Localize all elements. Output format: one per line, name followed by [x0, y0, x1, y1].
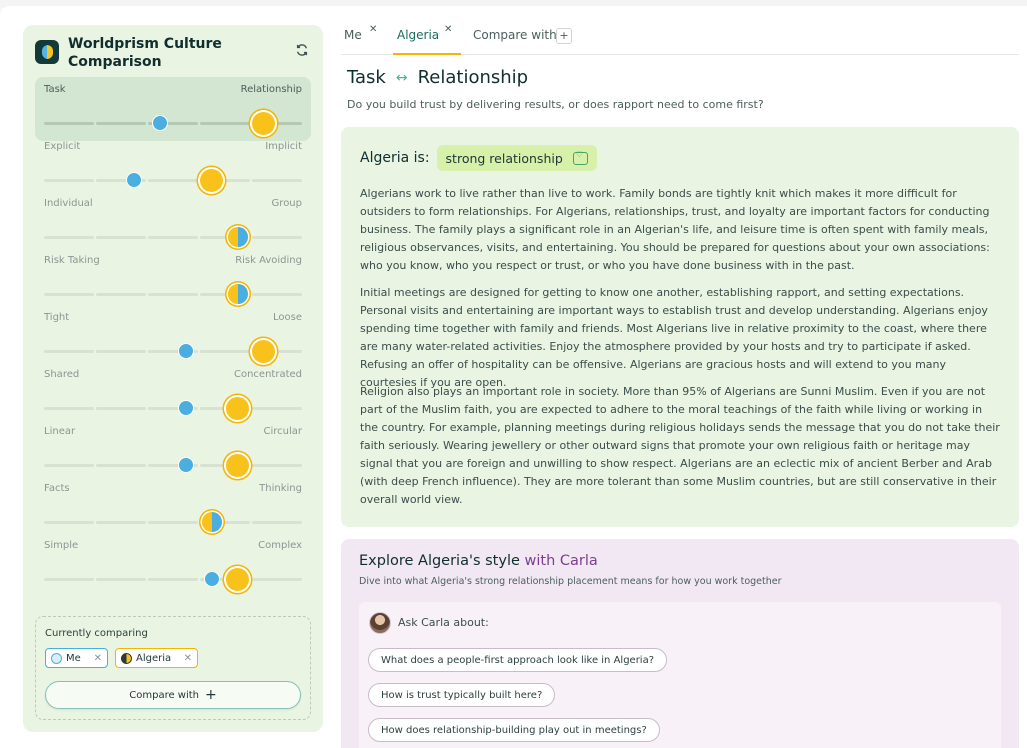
- description-paragraph-2: Initial meetings are designed for gettin…: [360, 286, 988, 389]
- chat-heart-icon: [572, 150, 588, 165]
- dimension-label-left: Explicit: [44, 141, 81, 152]
- currently-comparing-title: Currently comparing: [45, 628, 148, 639]
- algeria-marker: [251, 112, 275, 135]
- compare-with-button[interactable]: Compare with +: [45, 681, 301, 709]
- explore-title-prefix: Explore Algeria's style: [359, 553, 520, 569]
- me-marker: [177, 457, 194, 473]
- tab-me-close-icon[interactable]: ✕: [369, 24, 377, 35]
- dimension-label-left: Individual: [44, 198, 93, 209]
- tab-bar: Me ✕ Algeria ✕ Compare with +: [341, 22, 1019, 55]
- slider-track: [44, 407, 302, 410]
- overlap-marker: [201, 512, 222, 532]
- panel-header: Algeria is: strong relationship: [360, 145, 597, 171]
- algeria-marker: [251, 340, 275, 363]
- suggested-question-button[interactable]: How is trust typically built here?: [368, 683, 556, 707]
- bidirectional-arrow-icon: ↔: [395, 69, 408, 86]
- add-tab-button[interactable]: +: [556, 28, 572, 44]
- ask-carla-box: Ask Carla about: What does a people-firs…: [359, 602, 1001, 748]
- dimension-label-right: Implicit: [265, 141, 302, 152]
- dimension-label-left: Simple: [44, 540, 79, 551]
- me-marker: [203, 571, 220, 587]
- chip-me-close-icon[interactable]: ✕: [94, 653, 102, 664]
- dimension-slider-linear[interactable]: Linear Circular: [35, 419, 311, 483]
- currently-comparing-box: Currently comparing Me ✕ Algeria ✕ Compa…: [35, 616, 311, 720]
- algeria-marker: [226, 454, 249, 477]
- suggested-question-button[interactable]: What does a people-first approach look l…: [368, 648, 668, 672]
- chip-me-label: Me: [66, 652, 81, 664]
- compare-with-label: Compare with: [129, 689, 200, 701]
- slider-track: [44, 521, 302, 524]
- placement-badge: strong relationship: [436, 145, 597, 171]
- slider-track: [44, 236, 302, 239]
- me-marker: [177, 343, 194, 359]
- me-marker: [126, 172, 143, 188]
- dimension-label-right: Concentrated: [233, 369, 302, 380]
- dimension-slider-risk-taking[interactable]: Risk Taking Risk Avoiding: [35, 248, 311, 312]
- slider-track: [44, 179, 302, 182]
- overlap-marker: [227, 227, 248, 247]
- algeria-marker: [200, 169, 224, 192]
- chip-algeria[interactable]: Algeria ✕: [115, 648, 198, 668]
- tab-algeria[interactable]: Algeria: [397, 28, 439, 42]
- explore-subtitle: Dive into what Algeria's strong relation…: [359, 576, 782, 587]
- app-title: Worldprism Culture Comparison: [68, 36, 222, 70]
- me-marker: [177, 400, 194, 416]
- suggested-question-button[interactable]: How does relationship-building play out …: [368, 718, 660, 742]
- dimension-label-right: Loose: [273, 312, 302, 323]
- panel-title: Algeria is:: [360, 150, 430, 166]
- explore-title-suffix: with Carla: [524, 553, 598, 569]
- sidebar: Worldprism Culture Comparison Task Relati…: [23, 25, 323, 732]
- dimension-slider-simple[interactable]: Simple Complex: [35, 533, 311, 597]
- refresh-icon[interactable]: [295, 43, 309, 57]
- dimension-label-right: Thinking: [259, 483, 302, 494]
- dimension-label-right: Relationship: [240, 84, 302, 95]
- heading-left: Task: [347, 67, 386, 88]
- heading-right: Relationship: [417, 67, 529, 88]
- culture-description-panel: Algeria is: strong relationship Algerian…: [341, 127, 1019, 527]
- dimension-label-right: Risk Avoiding: [235, 255, 302, 266]
- dimension-label-right: Complex: [258, 540, 302, 551]
- dimension-label-left: Shared: [44, 369, 80, 380]
- dimension-slider-tight[interactable]: Tight Loose: [35, 305, 311, 369]
- me-marker: [152, 115, 169, 131]
- algeria-marker: [226, 397, 249, 420]
- plus-icon: +: [205, 687, 217, 703]
- slider-track: [44, 464, 302, 467]
- chip-algeria-close-icon[interactable]: ✕: [184, 653, 192, 664]
- ask-carla-label: Ask Carla about:: [398, 616, 489, 629]
- tab-me[interactable]: Me: [344, 28, 362, 42]
- dimension-slider-explicit[interactable]: Explicit Implicit: [35, 134, 311, 198]
- person-icon: [51, 652, 62, 664]
- carla-avatar: [369, 612, 391, 634]
- dimension-label-left: Tight: [44, 312, 70, 323]
- chip-algeria-label: Algeria: [136, 652, 172, 664]
- slider-track: [44, 293, 302, 296]
- dimension-slider-task[interactable]: Task Relationship: [35, 77, 311, 141]
- worldprism-logo-icon: [35, 40, 59, 64]
- dimension-label-right: Group: [271, 198, 302, 209]
- tab-compare-with[interactable]: Compare with: [473, 28, 557, 42]
- slider-track: [44, 578, 302, 581]
- placement-badge-label: strong relationship: [445, 150, 563, 166]
- dimension-label-right: Circular: [263, 426, 302, 437]
- chip-me[interactable]: Me ✕: [45, 648, 108, 668]
- page-title: Task ↔ Relationship: [347, 67, 528, 88]
- dimension-slider-shared[interactable]: Shared Concentrated: [35, 362, 311, 426]
- explore-with-carla-panel: Explore Algeria's style with Carla Dive …: [341, 539, 1019, 748]
- active-tab-indicator: [393, 53, 461, 55]
- dimension-question: Do you build trust by delivering results…: [347, 98, 764, 111]
- dimension-label-left: Task: [44, 84, 66, 95]
- dimension-label-left: Facts: [44, 483, 70, 494]
- dimension-label-left: Linear: [44, 426, 76, 437]
- dimension-slider-facts[interactable]: Facts Thinking: [35, 476, 311, 540]
- overlap-marker: [227, 284, 248, 304]
- dimension-label-left: Risk Taking: [44, 255, 100, 266]
- culture-half-icon: [121, 652, 132, 664]
- description-paragraph-1: Algerians work to live rather than live …: [360, 187, 990, 272]
- tab-algeria-close-icon[interactable]: ✕: [444, 24, 452, 35]
- algeria-marker: [226, 568, 249, 591]
- explore-title: Explore Algeria's style with Carla: [359, 553, 598, 569]
- dimension-slider-individual[interactable]: Individual Group: [35, 191, 311, 255]
- description-paragraph-3: Religion also plays an important role in…: [360, 385, 1000, 506]
